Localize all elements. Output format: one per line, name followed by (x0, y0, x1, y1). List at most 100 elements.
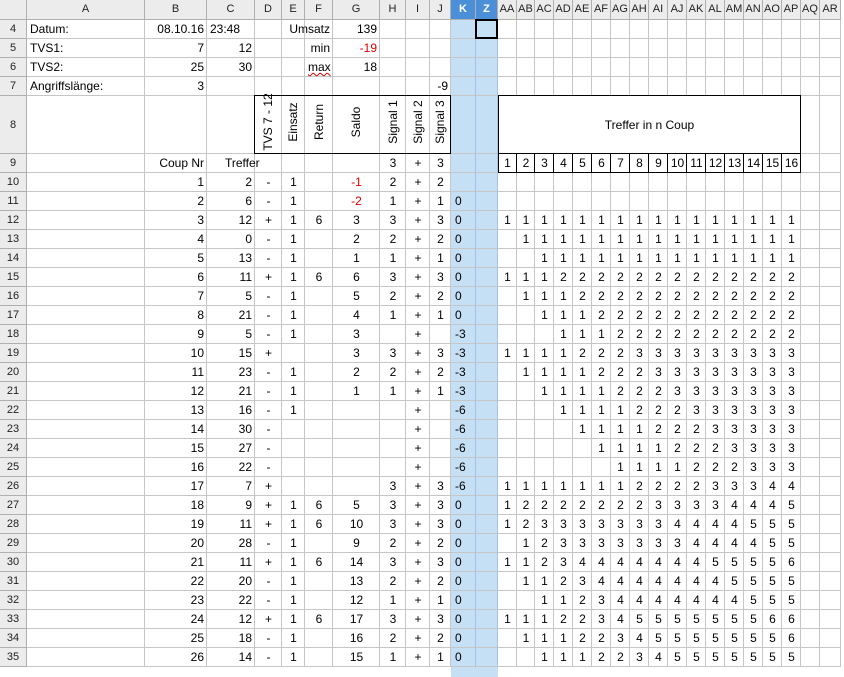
cell-i5[interactable] (406, 39, 430, 58)
corner-select-all[interactable] (0, 0, 27, 20)
column-header-c[interactable]: C (207, 0, 255, 20)
cell-ar20[interactable] (820, 363, 841, 382)
cell-z5[interactable] (476, 39, 498, 58)
cell-aq34[interactable] (801, 629, 820, 648)
cell-z11[interactable] (476, 192, 498, 211)
column-header-ad[interactable]: AD (554, 0, 573, 20)
column-header-d[interactable]: D (255, 0, 282, 20)
cell-aq17[interactable] (801, 306, 820, 325)
cell-ap5[interactable] (782, 39, 801, 58)
cell-ar7[interactable] (820, 77, 841, 96)
row-header-26[interactable]: 26 (0, 477, 27, 496)
cell-ap7[interactable] (782, 77, 801, 96)
column-header-h[interactable]: H (380, 0, 406, 20)
cell-ar15[interactable] (820, 268, 841, 287)
cell-aa6[interactable] (498, 58, 517, 77)
cell-af6[interactable] (592, 58, 611, 77)
cell-ak4[interactable] (687, 20, 706, 39)
cell-ar26[interactable] (820, 477, 841, 496)
cell-ar25[interactable] (820, 458, 841, 477)
column-header-ar[interactable]: AR (820, 0, 841, 20)
row-header-11[interactable]: 11 (0, 192, 27, 211)
cell-z10[interactable] (476, 173, 498, 192)
row-header-17[interactable]: 17 (0, 306, 27, 325)
cell-aq23[interactable] (801, 420, 820, 439)
cell-e6[interactable] (282, 58, 305, 77)
row-header-14[interactable]: 14 (0, 249, 27, 268)
column-header-ah[interactable]: AH (630, 0, 649, 20)
row-header-24[interactable]: 24 (0, 439, 27, 458)
cell-h6[interactable] (380, 58, 406, 77)
column-header-z[interactable]: Z (476, 0, 498, 20)
cell-aq30[interactable] (801, 553, 820, 572)
cell-aq7[interactable] (801, 77, 820, 96)
cell-ac4[interactable] (535, 20, 554, 39)
cell-ar33[interactable] (820, 610, 841, 629)
cell-ai5[interactable] (649, 39, 668, 58)
cell-k4[interactable] (451, 20, 476, 39)
cell-ae6[interactable] (573, 58, 592, 77)
cell-ar21[interactable] (820, 382, 841, 401)
cell-z23[interactable] (476, 420, 498, 439)
cell-z26[interactable] (476, 477, 498, 496)
cell-a22[interactable] (27, 401, 145, 420)
cell-ar35[interactable] (820, 648, 841, 667)
cell-z31[interactable] (476, 572, 498, 591)
cell-e5[interactable] (282, 39, 305, 58)
row-header-22[interactable]: 22 (0, 401, 27, 420)
cell-j4[interactable] (430, 20, 451, 39)
cell-ar34[interactable] (820, 629, 841, 648)
cell-ar12[interactable] (820, 211, 841, 230)
cell-j6[interactable] (430, 58, 451, 77)
cell-al6[interactable] (706, 58, 725, 77)
cell-aq5[interactable] (801, 39, 820, 58)
cell-ar19[interactable] (820, 344, 841, 363)
cell-a32[interactable] (27, 591, 145, 610)
cell-b8[interactable] (145, 96, 207, 154)
cell-ab7[interactable] (517, 77, 535, 96)
row-header-18[interactable]: 18 (0, 325, 27, 344)
cell-z7[interactable] (476, 77, 498, 96)
cell-ak6[interactable] (687, 58, 706, 77)
column-header-i[interactable]: I (406, 0, 430, 20)
cell-z29[interactable] (476, 534, 498, 553)
row-header-6[interactable]: 6 (0, 58, 27, 77)
column-header-a[interactable]: A (27, 0, 145, 20)
column-header-af[interactable]: AF (592, 0, 611, 20)
cell-ag7[interactable] (611, 77, 630, 96)
cell-a24[interactable] (27, 439, 145, 458)
cell-f7[interactable] (305, 77, 333, 96)
cell-al5[interactable] (706, 39, 725, 58)
cell-aj7[interactable] (668, 77, 687, 96)
row-header-34[interactable]: 34 (0, 629, 27, 648)
cell-a23[interactable] (27, 420, 145, 439)
cell-ae7[interactable] (573, 77, 592, 96)
cell-an4[interactable] (744, 20, 763, 39)
cell-aq20[interactable] (801, 363, 820, 382)
cell-aj6[interactable] (668, 58, 687, 77)
cell-af7[interactable] (592, 77, 611, 96)
cell-h7[interactable] (380, 77, 406, 96)
column-header-ag[interactable]: AG (611, 0, 630, 20)
column-header-ai[interactable]: AI (649, 0, 668, 20)
row-header-13[interactable]: 13 (0, 230, 27, 249)
cell-aq8[interactable] (801, 96, 820, 154)
cell-aq18[interactable] (801, 325, 820, 344)
cell-ar18[interactable] (820, 325, 841, 344)
cell-a20[interactable] (27, 363, 145, 382)
cell-f9[interactable] (305, 154, 333, 173)
column-header-ak[interactable]: AK (687, 0, 706, 20)
cell-k9[interactable] (451, 154, 476, 173)
cell-aq15[interactable] (801, 268, 820, 287)
cell-ad5[interactable] (554, 39, 573, 58)
cell-a27[interactable] (27, 496, 145, 515)
cell-z20[interactable] (476, 363, 498, 382)
cell-e7[interactable] (282, 77, 305, 96)
cell-d6[interactable] (255, 58, 282, 77)
cell-d4[interactable] (255, 20, 282, 39)
cell-ao6[interactable] (763, 58, 782, 77)
cell-ao4[interactable] (763, 20, 782, 39)
column-header-ao[interactable]: AO (763, 0, 782, 20)
row-header-29[interactable]: 29 (0, 534, 27, 553)
cell-ai6[interactable] (649, 58, 668, 77)
